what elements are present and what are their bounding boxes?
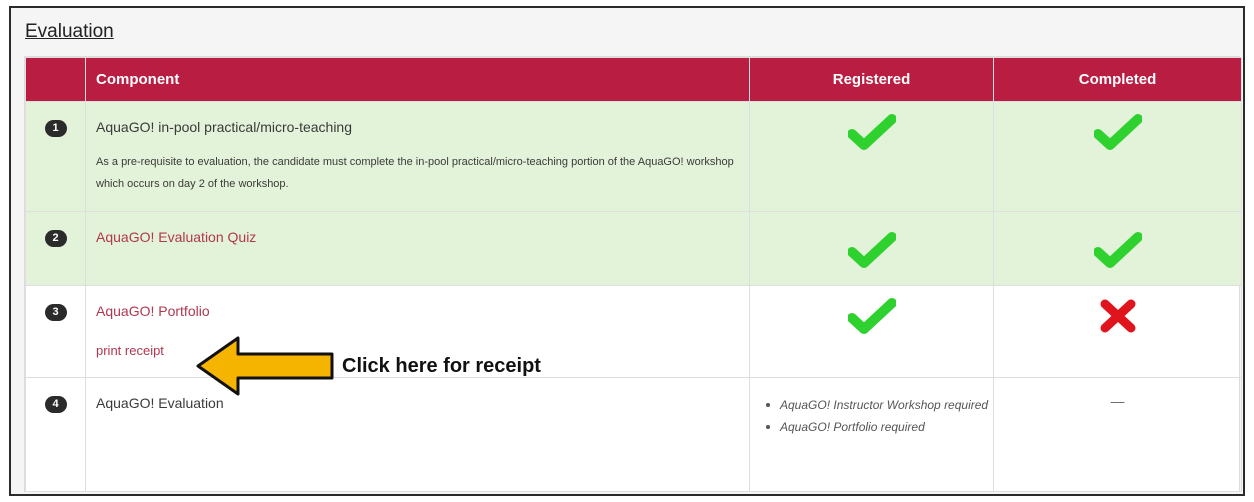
receipt-callout: Click here for receipt bbox=[342, 355, 541, 377]
component-description: As a pre-requisite to evaluation, the ca… bbox=[96, 156, 734, 190]
header-registered: Registered bbox=[749, 57, 994, 102]
section-title: Evaluation bbox=[25, 21, 114, 42]
check-icon bbox=[846, 232, 897, 275]
requirement-item: AquaGO! Instructor Workshop required bbox=[766, 394, 993, 416]
step-number-badge: 3 bbox=[44, 304, 67, 321]
check-icon bbox=[1092, 232, 1143, 275]
step-number-badge: 4 bbox=[44, 396, 67, 413]
requirements-list: AquaGO! Instructor Workshop required Aqu… bbox=[750, 378, 993, 438]
check-icon bbox=[846, 298, 897, 341]
table-row: 1 AquaGO! in-pool practical/micro-teachi… bbox=[25, 101, 1242, 212]
evaluation-card: Component Registered Completed 1 AquaGO!… bbox=[24, 56, 1242, 492]
requirement-item: AquaGO! Portfolio required bbox=[766, 416, 993, 438]
header-component: Component bbox=[85, 57, 750, 102]
component-title: AquaGO! in-pool practical/micro-teaching bbox=[96, 119, 353, 135]
print-receipt-link[interactable]: print receipt bbox=[96, 343, 164, 358]
table-header-row: Component Registered Completed bbox=[25, 57, 1242, 102]
check-icon bbox=[846, 114, 897, 157]
not-applicable-dash: — bbox=[1110, 393, 1125, 409]
cross-icon bbox=[1099, 298, 1137, 339]
evaluation-table: Component Registered Completed 1 AquaGO!… bbox=[25, 57, 1242, 492]
step-number-badge: 2 bbox=[44, 230, 67, 247]
evaluation-quiz-link[interactable]: AquaGO! Evaluation Quiz bbox=[96, 229, 256, 245]
arrow-left-icon bbox=[196, 336, 334, 396]
portfolio-link[interactable]: AquaGO! Portfolio bbox=[96, 303, 210, 319]
step-number-badge: 1 bbox=[44, 120, 67, 137]
header-completed: Completed bbox=[993, 57, 1242, 102]
header-number bbox=[25, 57, 86, 102]
table-row: 2 AquaGO! Evaluation Quiz bbox=[25, 211, 1242, 286]
check-icon bbox=[1092, 114, 1143, 157]
